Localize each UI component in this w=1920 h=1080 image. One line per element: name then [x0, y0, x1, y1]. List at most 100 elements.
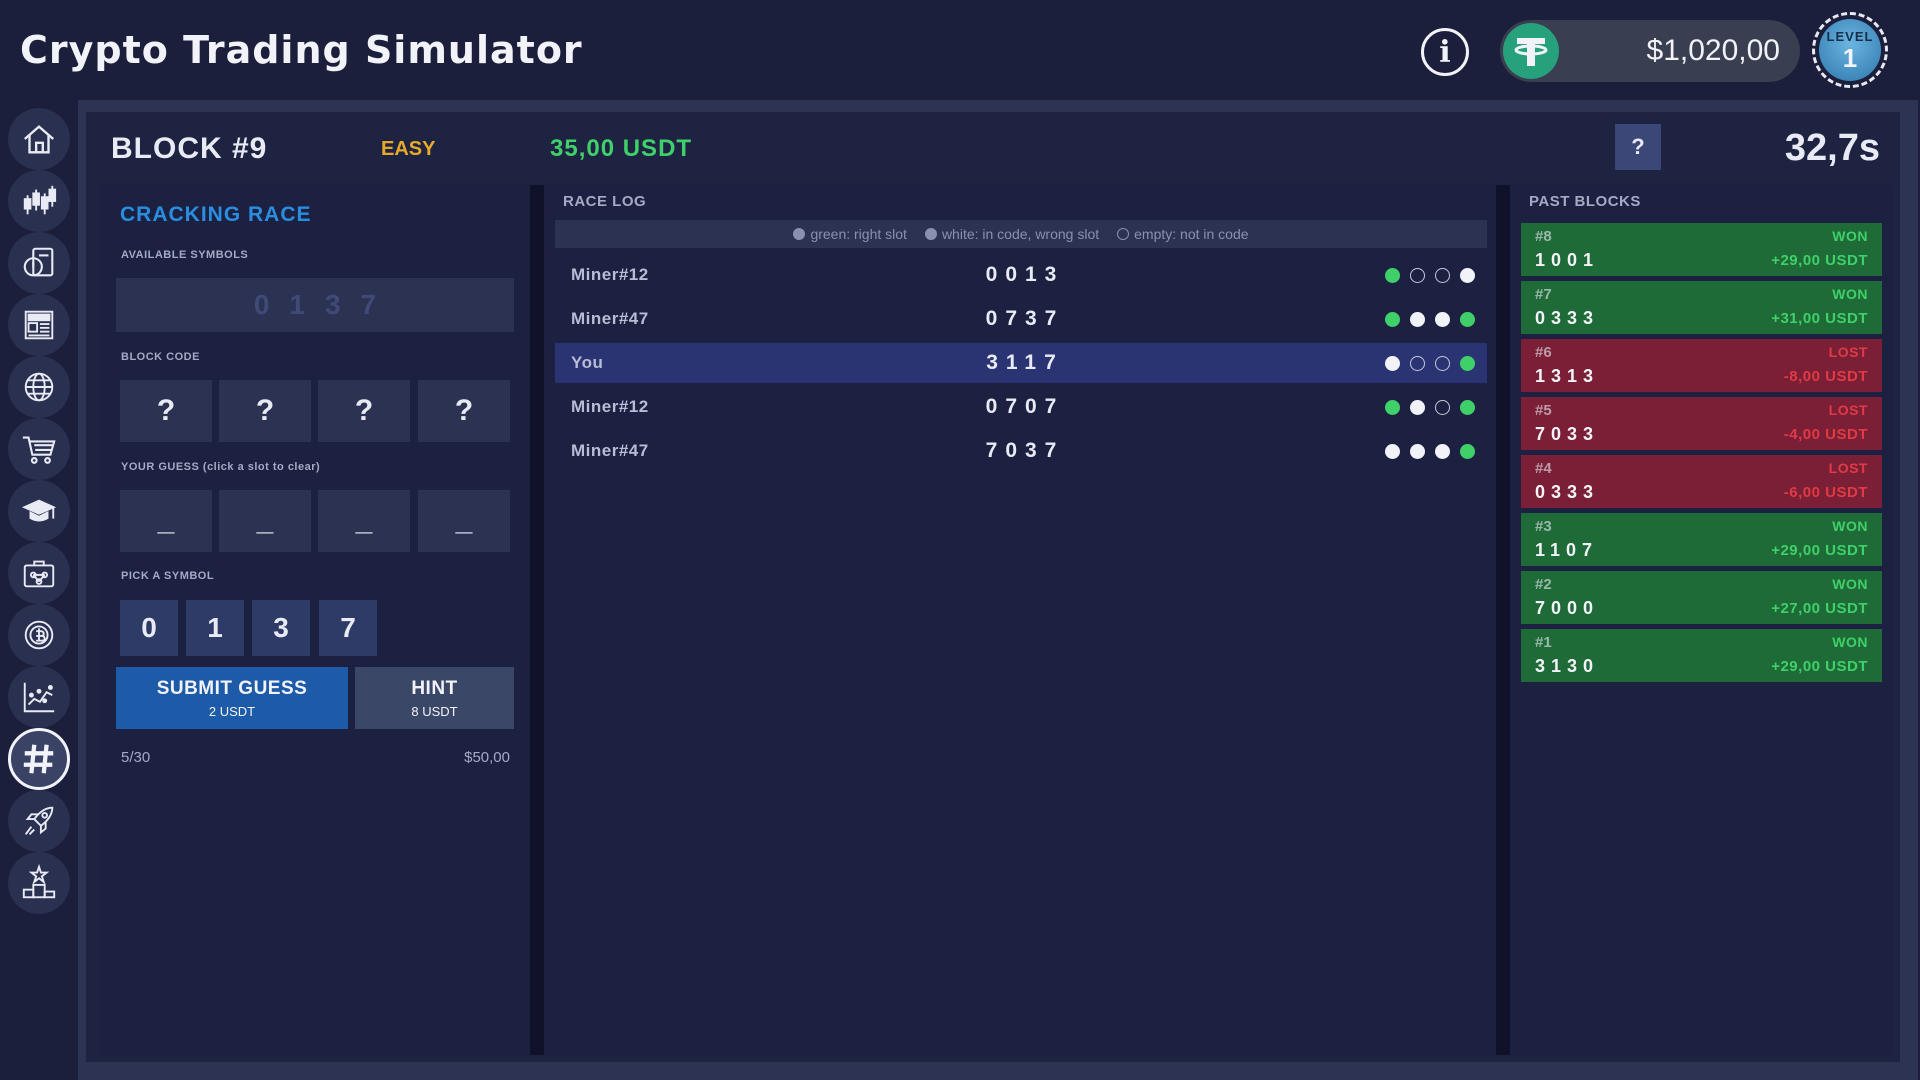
past-block-item[interactable]: #6 LOST 1313 -8,00 USDT	[1521, 339, 1882, 392]
submit-guess-label: SUBMIT GUESS	[156, 677, 308, 699]
past-block-item[interactable]: #7 WON 0333 +31,00 USDT	[1521, 281, 1882, 334]
past-block-id: #7	[1535, 286, 1552, 303]
race-log-legend: green: right slot white: in code, wrong …	[555, 220, 1487, 248]
feedback-pegs	[1385, 400, 1475, 415]
block-reward: 35,00 USDT	[550, 135, 693, 162]
legend-dot-filled	[924, 228, 937, 240]
past-block-status: WON	[1832, 576, 1868, 592]
info-button[interactable]: i	[1421, 28, 1469, 76]
past-block-amount: -8,00 USDT	[1783, 368, 1868, 385]
sidebar-item-home[interactable]	[8, 108, 70, 170]
peg-green	[1460, 356, 1475, 371]
past-block-item[interactable]: #5 LOST 7033 -4,00 USDT	[1521, 397, 1882, 450]
sidebar-item-news[interactable]	[8, 294, 70, 356]
past-block-item[interactable]: #2 WON 7000 +27,00 USDT	[1521, 571, 1882, 624]
past-block-code: 7000	[1535, 598, 1600, 618]
app-title: Crypto Trading Simulator	[20, 28, 583, 72]
sidebar-item-launch[interactable]	[8, 790, 70, 852]
sidebar-item-leaderboard[interactable]	[8, 852, 70, 914]
sidebar-item-business[interactable]	[8, 542, 70, 604]
past-block-id: #4	[1535, 460, 1552, 477]
code-slot: ?	[418, 380, 510, 442]
past-block-amount: +29,00 USDT	[1771, 658, 1868, 675]
sidebar-item-academy[interactable]	[8, 480, 70, 542]
pick-symbol-label: PICK A SYMBOL	[121, 570, 215, 582]
past-block-amount: +29,00 USDT	[1771, 542, 1868, 559]
sidebar-item-cracking[interactable]	[8, 728, 70, 790]
peg-green	[1385, 268, 1400, 283]
sidebar-item-orders[interactable]	[8, 232, 70, 294]
peg-white	[1410, 312, 1425, 327]
sidebar-item-world[interactable]	[8, 356, 70, 418]
past-block-status: LOST	[1828, 344, 1868, 360]
past-block-item[interactable]: #3 WON 1107 +29,00 USDT	[1521, 513, 1882, 566]
feedback-pegs	[1385, 268, 1475, 283]
tether-icon	[1503, 23, 1559, 79]
hint-button[interactable]: HINT 8 USDT	[355, 667, 514, 729]
past-block-id: #1	[1535, 634, 1552, 651]
block-timer: 32,7s	[1784, 127, 1880, 169]
submit-guess-button[interactable]: SUBMIT GUESS 2 USDT	[116, 667, 348, 729]
sidebar-item-shop[interactable]	[8, 418, 70, 480]
past-block-code: 0333	[1535, 482, 1600, 502]
race-log-row: You 3117	[555, 343, 1487, 383]
code-slot: ?	[120, 380, 212, 442]
past-block-amount: -6,00 USDT	[1783, 484, 1868, 501]
peg-white	[1410, 444, 1425, 459]
past-block-code: 1001	[1535, 250, 1600, 270]
help-button[interactable]: ?	[1615, 124, 1661, 170]
past-block-amount: +31,00 USDT	[1771, 310, 1868, 327]
peg-white	[1435, 312, 1450, 327]
symbol-button-1[interactable]: 1	[186, 600, 244, 656]
past-blocks-title: PAST BLOCKS	[1529, 193, 1641, 210]
available-symbols-label: AVAILABLE SYMBOLS	[121, 249, 249, 261]
guess-label: YOUR GUESS (click a slot to clear)	[121, 461, 321, 473]
coin-mining-icon	[24, 620, 54, 650]
past-block-item[interactable]: #4 LOST 0333 -6,00 USDT	[1521, 455, 1882, 508]
block-code-label: BLOCK CODE	[121, 351, 200, 363]
submit-guess-cost: 2 USDT	[208, 703, 256, 719]
sidebar-item-analytics[interactable]	[8, 666, 70, 728]
past-block-item[interactable]: #1 WON 3130 +29,00 USDT	[1521, 629, 1882, 682]
available-symbols-box: 0137	[116, 278, 514, 332]
guess-slot[interactable]: _	[120, 490, 212, 552]
level-number: 1	[1842, 42, 1858, 73]
symbol-button-7[interactable]: 7	[319, 600, 377, 656]
candlestick-chart-icon	[23, 185, 57, 215]
peg-empty	[1410, 356, 1425, 371]
past-block-code: 3130	[1535, 656, 1600, 676]
past-block-id: #5	[1535, 402, 1552, 419]
sidebar-item-mining[interactable]	[8, 604, 70, 666]
guess-slot[interactable]: _	[318, 490, 410, 552]
guess-slot[interactable]: _	[418, 490, 510, 552]
home-icon	[23, 125, 55, 154]
sidebar-item-charts[interactable]	[8, 170, 70, 232]
legend-dot-filled	[793, 228, 806, 240]
balance-display: $1,020,00	[1500, 20, 1800, 82]
level-badge[interactable]: LEVEL 1	[1812, 12, 1888, 88]
past-block-status: WON	[1832, 228, 1868, 244]
guess-slot[interactable]: _	[219, 490, 311, 552]
scatter-chart-icon	[23, 682, 55, 713]
log-player: Miner#47	[571, 309, 649, 328]
graduation-cap-icon	[21, 499, 57, 522]
hint-label: HINT	[411, 677, 458, 699]
past-block-code: 0333	[1535, 308, 1600, 328]
peg-green	[1460, 400, 1475, 415]
peg-white	[1385, 356, 1400, 371]
hint-cost: 8 USDT	[411, 703, 458, 719]
past-block-id: #2	[1535, 576, 1552, 593]
code-slot: ?	[219, 380, 311, 442]
symbol-button-0[interactable]: 0	[120, 600, 178, 656]
cart-icon	[22, 436, 56, 464]
past-block-status: WON	[1832, 518, 1868, 534]
podium-star-icon	[22, 864, 56, 899]
past-block-id: #8	[1535, 228, 1552, 245]
rocket-icon	[24, 806, 54, 835]
past-block-amount: -4,00 USDT	[1783, 426, 1868, 443]
peg-green	[1385, 312, 1400, 327]
past-block-item[interactable]: #8 WON 1001 +29,00 USDT	[1521, 223, 1882, 276]
past-block-amount: +29,00 USDT	[1771, 252, 1868, 269]
symbol-button-3[interactable]: 3	[252, 600, 310, 656]
peg-white	[1460, 268, 1475, 283]
